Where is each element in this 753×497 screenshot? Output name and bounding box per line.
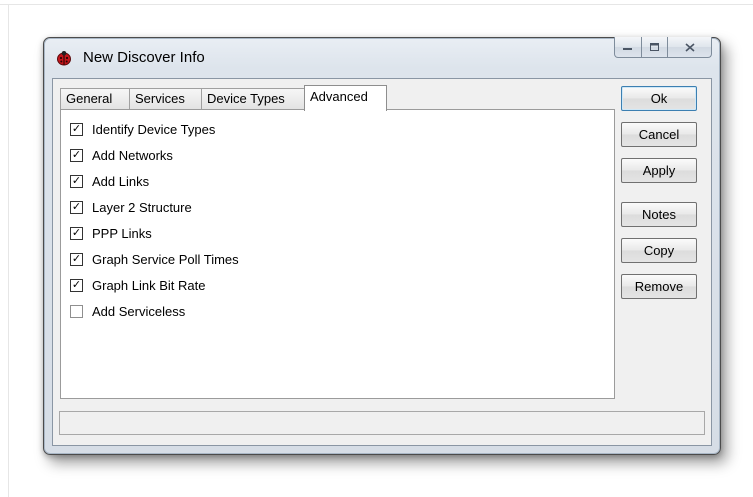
- dialog-window: New Discover Info General Services Devic…: [43, 37, 721, 455]
- page-divider-left: [8, 4, 9, 497]
- checkbox-checked[interactable]: ✓: [70, 148, 83, 162]
- option-add-links[interactable]: ✓ Add Links: [70, 172, 149, 190]
- option-label: Add Serviceless: [92, 303, 186, 319]
- option-label: Graph Link Bit Rate: [92, 277, 206, 293]
- title-bar[interactable]: New Discover Info: [44, 37, 720, 78]
- dialog-client-area: General Services Device Types Advanced ✓…: [52, 78, 712, 446]
- checkbox-checked[interactable]: ✓: [70, 226, 83, 240]
- apply-button[interactable]: Apply: [621, 158, 697, 183]
- option-label: PPP Links: [92, 225, 152, 241]
- cancel-button[interactable]: Cancel: [621, 122, 697, 147]
- notes-button[interactable]: Notes: [621, 202, 697, 227]
- window-title: New Discover Info: [83, 49, 205, 66]
- option-label: Identify Device Types: [92, 121, 216, 137]
- close-button[interactable]: [668, 37, 712, 58]
- option-identify-device-types[interactable]: ✓ Identify Device Types: [70, 120, 215, 138]
- option-label: Add Links: [92, 173, 150, 189]
- status-bar: [59, 411, 705, 435]
- option-add-serviceless[interactable]: Add Serviceless: [70, 302, 185, 320]
- ladybug-icon: [57, 51, 71, 66]
- checkbox-checked[interactable]: ✓: [70, 200, 83, 214]
- advanced-panel: ✓ Identify Device Types ✓ Add Networks ✓…: [60, 109, 615, 399]
- checkbox-checked[interactable]: ✓: [70, 122, 83, 136]
- ok-button[interactable]: Ok: [621, 86, 697, 111]
- minimize-icon: [623, 48, 632, 50]
- maximize-button[interactable]: [642, 37, 668, 58]
- option-graph-service-poll-times[interactable]: ✓ Graph Service Poll Times: [70, 250, 239, 268]
- minimize-button[interactable]: [614, 37, 642, 58]
- close-icon: [684, 42, 695, 52]
- tab-services[interactable]: Services: [129, 88, 203, 109]
- page-divider-top: [0, 4, 753, 5]
- checkbox-checked[interactable]: ✓: [70, 174, 83, 188]
- remove-button[interactable]: Remove: [621, 274, 697, 299]
- option-label: Add Networks: [92, 147, 173, 163]
- option-label: Layer 2 Structure: [92, 199, 192, 215]
- option-label: Graph Service Poll Times: [92, 251, 239, 267]
- caption-buttons: [614, 37, 712, 58]
- maximize-icon: [649, 42, 659, 51]
- checkbox-checked[interactable]: ✓: [70, 252, 83, 266]
- tab-advanced[interactable]: Advanced: [304, 85, 387, 111]
- copy-button[interactable]: Copy: [621, 238, 697, 263]
- checkbox-unchecked[interactable]: [70, 304, 83, 318]
- checkbox-checked[interactable]: ✓: [70, 278, 83, 292]
- option-layer-2-structure[interactable]: ✓ Layer 2 Structure: [70, 198, 192, 216]
- option-graph-link-bit-rate[interactable]: ✓ Graph Link Bit Rate: [70, 276, 205, 294]
- tab-general[interactable]: General: [60, 88, 131, 109]
- option-add-networks[interactable]: ✓ Add Networks: [70, 146, 173, 164]
- option-ppp-links[interactable]: ✓ PPP Links: [70, 224, 152, 242]
- tab-device-types[interactable]: Device Types: [201, 88, 306, 109]
